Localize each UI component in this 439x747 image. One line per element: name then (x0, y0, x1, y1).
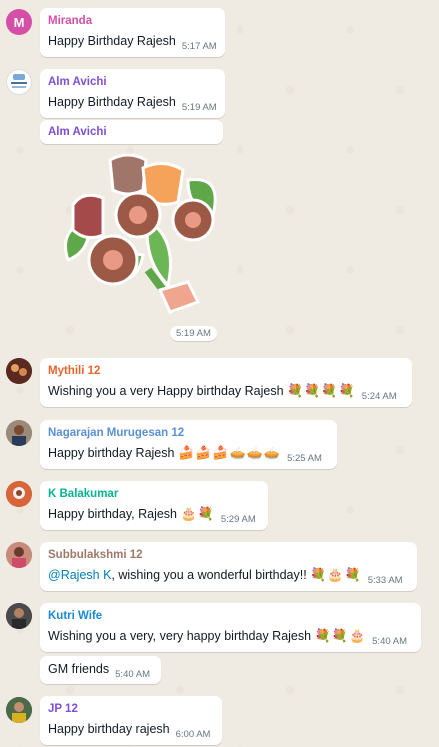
cake-emoji-icon: 🍰🍰🍰🥧🥧🥧 (177, 445, 282, 460)
message-body: , wishing you a wonderful birthday!! (111, 568, 307, 582)
message-text: Happy Birthday Rajesh 5:17 AM (48, 33, 217, 52)
sender-name[interactable]: Alm Avichi (48, 125, 215, 139)
mention-link[interactable]: @Rajesh K (48, 568, 111, 582)
avatar[interactable]: M (6, 9, 32, 35)
message-time: 5:25 AM (287, 453, 322, 464)
sender-name[interactable]: K Balakumar (48, 487, 260, 501)
message-text: Wishing you a very Happy birthday Rajesh… (48, 383, 404, 402)
message-bubble[interactable]: Nagarajan Murugesan 12 Happy birthday Ra… (40, 420, 337, 469)
message-time: 5:19 AM (181, 102, 217, 113)
message-bubble[interactable]: Kutri Wife Wishing you a very, very happ… (40, 603, 421, 652)
message-time: 5:40 AM (372, 636, 407, 647)
user-photo-icon (6, 542, 32, 568)
user-photo-icon (6, 603, 32, 629)
message-text: GM friends 5:40 AM (48, 661, 153, 680)
avatar[interactable] (6, 603, 32, 629)
message-bubble[interactable]: K Balakumar Happy birthday, Rajesh 🎂💐 5:2… (40, 481, 268, 530)
message-text: Happy birthday, Rajesh 🎂💐 5:29 AM (48, 506, 260, 525)
message-time: 6:00 AM (175, 729, 211, 740)
avatar[interactable] (6, 697, 32, 723)
avatar-letter: M (13, 14, 25, 30)
message-time: 5:17 AM (181, 41, 217, 52)
message-body: Happy Birthday Rajesh (48, 34, 176, 48)
message-time: 5:33 AM (367, 575, 403, 586)
message-body: Happy birthday, Rajesh (48, 507, 178, 521)
sender-name[interactable]: JP 12 (48, 702, 214, 716)
message-body: GM friends (48, 662, 110, 676)
avatar[interactable] (6, 358, 32, 384)
message-body: Wishing you a very, very happy birthday … (48, 629, 312, 643)
message-text: @Rajesh K, wishing you a wonderful birth… (48, 567, 409, 586)
bouquet-emoji-icon: 💐💐💐💐 (287, 383, 356, 398)
sender-name[interactable]: Kutri Wife (48, 609, 413, 623)
user-photo-icon (6, 420, 32, 446)
sender-name[interactable]: Miranda (48, 14, 217, 28)
message-time: 5:40 AM (115, 669, 150, 680)
cake-bouquet-emoji-icon: 🎂💐 (180, 506, 215, 521)
message-body: Wishing you a very Happy birthday Rajesh (48, 384, 284, 398)
sender-name[interactable]: Mythili 12 (48, 364, 404, 378)
user-photo-icon (6, 697, 32, 723)
sender-name[interactable]: Alm Avichi (48, 75, 217, 89)
logo-avatar-icon (11, 74, 27, 88)
avatar[interactable] (6, 69, 32, 95)
message-body: Happy birthday rajesh (48, 722, 170, 736)
message-bubble[interactable]: JP 12 Happy birthday rajesh 6:00 AM (40, 696, 222, 745)
avatar[interactable] (6, 542, 32, 568)
message-bubble[interactable]: Subbulakshmi 12 @Rajesh K, wishing you a… (40, 542, 417, 591)
message-text: Wishing you a very, very happy birthday … (48, 628, 413, 647)
message-text: Happy Birthday Rajesh 5:19 AM (48, 94, 217, 113)
sender-name[interactable]: Subbulakshmi 12 (48, 548, 409, 562)
message-bubble[interactable]: GM friends 5:40 AM (40, 656, 161, 684)
message-bubble[interactable]: Mythili 12 Wishing you a very Happy birt… (40, 358, 412, 407)
flower-bouquet-sticker[interactable] (48, 150, 223, 325)
message-text: Happy birthday rajesh 6:00 AM (48, 721, 214, 740)
avatar[interactable] (6, 481, 32, 507)
sticker-time: 5:19 AM (170, 326, 217, 341)
message-bubble[interactable]: Miranda Happy Birthday Rajesh 5:17 AM (40, 8, 225, 57)
message-text: Happy birthday Rajesh 🍰🍰🍰🥧🥧🥧 5:25 AM (48, 445, 329, 464)
user-photo-icon (6, 358, 32, 384)
message-body: Happy Birthday Rajesh (48, 95, 176, 109)
avatar[interactable] (6, 420, 32, 446)
message-time: 5:29 AM (220, 514, 256, 525)
bouquet-cake-emoji-icon: 💐💐🎂 (314, 628, 367, 643)
message-time: 5:24 AM (361, 391, 397, 402)
bouquet-cake-emoji-icon: 💐🎂💐 (310, 567, 362, 582)
sender-name[interactable]: Nagarajan Murugesan 12 (48, 426, 329, 440)
message-body: Happy birthday Rajesh (48, 446, 175, 460)
user-photo-icon (6, 481, 32, 507)
message-bubble[interactable]: Alm Avichi Happy Birthday Rajesh 5:19 AM (40, 69, 225, 118)
sender-bubble[interactable]: Alm Avichi (40, 120, 223, 144)
